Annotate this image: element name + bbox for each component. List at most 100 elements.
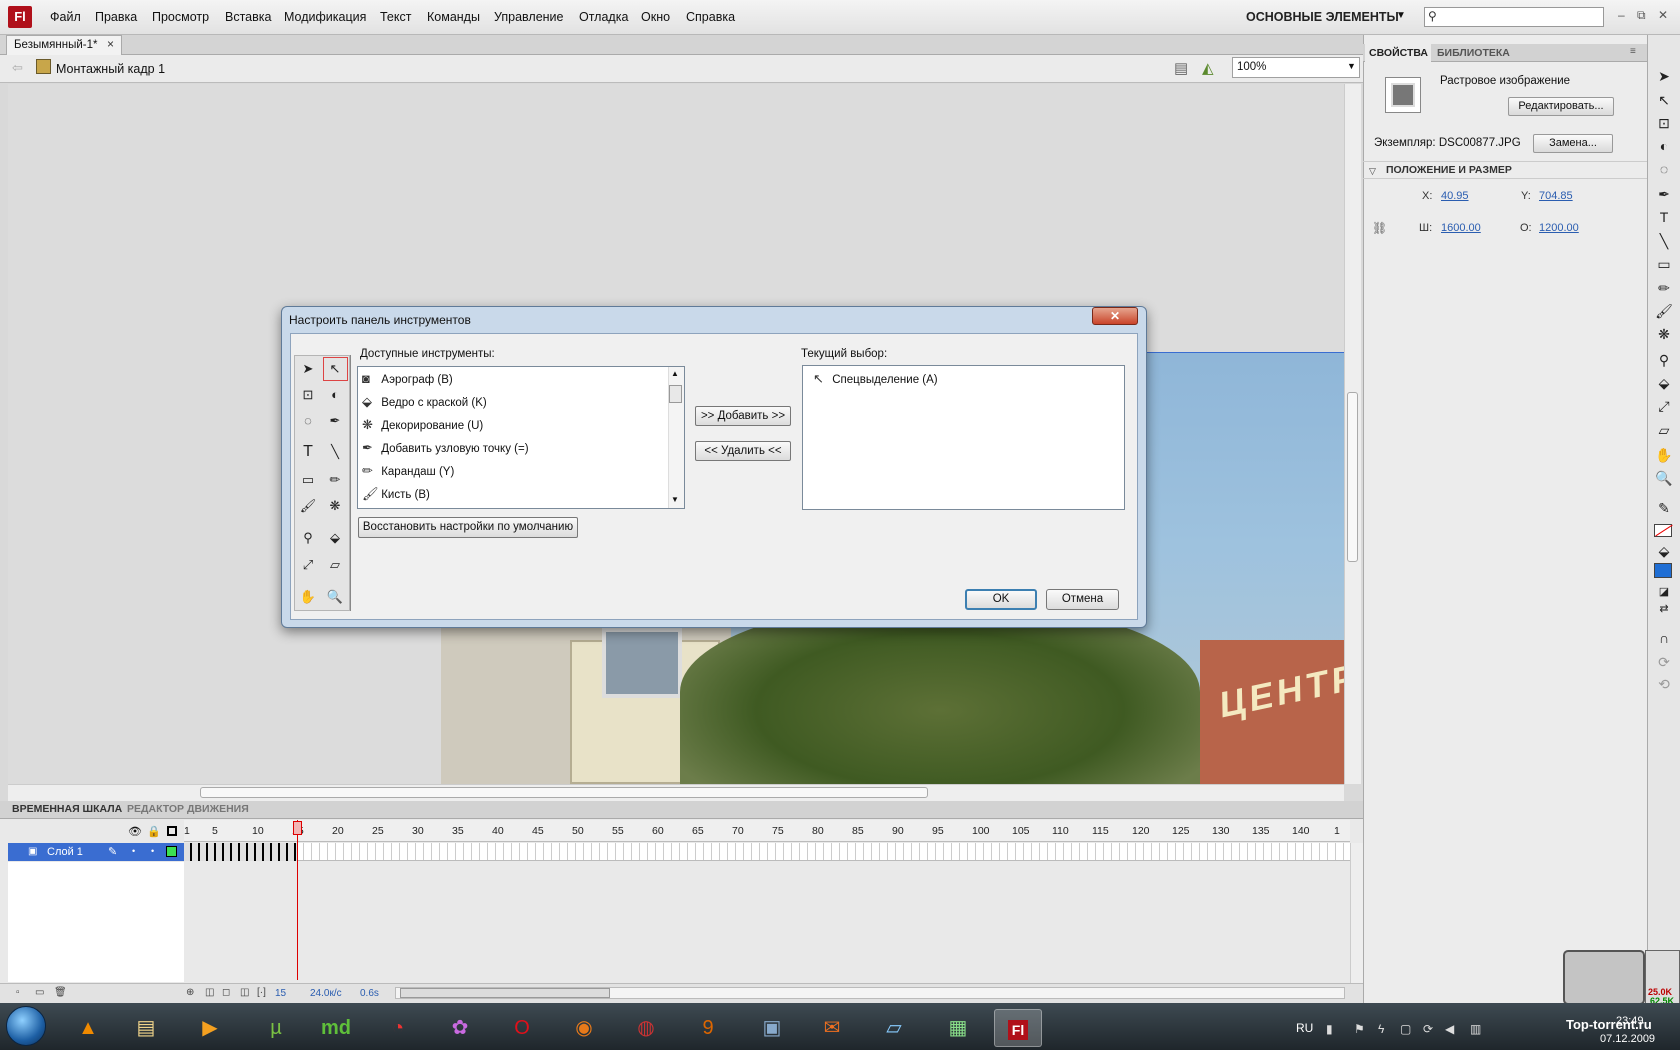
onion-markers-icon[interactable]: [·] — [257, 987, 266, 998]
clock-date[interactable]: 07.12.2009 — [1600, 1033, 1655, 1045]
vlc-icon[interactable]: ▲ — [64, 1009, 112, 1047]
trash-icon[interactable]: 🗑 — [54, 987, 67, 998]
free-transform-icon[interactable]: ⊡ — [296, 384, 320, 406]
tab-properties[interactable]: СВОЙСТВА — [1365, 44, 1431, 62]
tray-monitor-icon[interactable]: ▢ — [1400, 1022, 1411, 1036]
edit-scene-icon[interactable]: ◭ — [1202, 59, 1214, 77]
scroll-thumb[interactable] — [669, 385, 682, 403]
tray-green-icon[interactable]: ▮ — [1326, 1022, 1333, 1036]
eraser-icon[interactable]: ▱ — [1655, 422, 1673, 439]
default-colors-icon[interactable]: ◪ — [1655, 585, 1673, 598]
deco-tool-icon[interactable]: ❋ — [1655, 326, 1673, 343]
list-item[interactable]: ✒ Добавить узловую точку (=) — [362, 440, 529, 456]
menu-view[interactable]: Просмотр — [152, 10, 209, 24]
tray-flag-icon[interactable]: ⚑ — [1354, 1022, 1365, 1036]
document-tab[interactable]: Безымянный-1* — [6, 35, 122, 55]
menu-debug[interactable]: Отладка — [579, 10, 628, 24]
hand-tool-icon[interactable]: ✋ — [296, 586, 320, 608]
deco-tool-icon[interactable]: ❋ — [323, 495, 347, 517]
menu-window[interactable]: Окно — [641, 10, 670, 24]
scroll-down-icon[interactable]: ▼ — [671, 495, 679, 504]
search-input[interactable] — [1424, 7, 1604, 27]
x-value[interactable]: 40.95 — [1441, 190, 1469, 202]
selection-tool-icon[interactable]: ➤ — [1655, 68, 1673, 85]
hand-tool-icon[interactable]: ✋ — [1655, 447, 1673, 464]
edit-multiple-icon[interactable]: ◫ — [240, 987, 249, 998]
chrome-icon[interactable]: ◔ — [374, 1009, 422, 1047]
edit-symbols-icon[interactable]: ▤ — [1174, 59, 1188, 77]
menu-commands[interactable]: Команды — [427, 10, 480, 24]
current-frame[interactable]: 15 — [275, 988, 286, 999]
edit-button[interactable]: Редактировать... — [1508, 97, 1614, 116]
list-item[interactable]: ◙ Аэрограф (B) — [362, 371, 453, 386]
tray-update-icon[interactable]: ⟳ — [1423, 1022, 1433, 1036]
utorrent-icon[interactable]: µ — [252, 1009, 300, 1047]
chain-link-icon[interactable]: ⛓ — [1372, 221, 1387, 235]
outline-icon[interactable] — [167, 826, 177, 836]
pen-tool-icon[interactable]: ✒ — [323, 410, 347, 432]
nine-icon[interactable]: 9 — [684, 1009, 732, 1047]
line-tool-icon[interactable]: ╲ — [1655, 233, 1673, 250]
tray-network-icon[interactable]: ▥ — [1470, 1022, 1481, 1036]
cancel-button[interactable]: Отмена — [1046, 589, 1119, 610]
new-folder-icon[interactable]: ▭ — [35, 987, 44, 998]
list-item[interactable]: ⬙ Ведро с краской (K) — [362, 394, 487, 410]
list-item[interactable]: ❋ Декорирование (U) — [362, 417, 483, 433]
rectangle-tool-icon[interactable]: ▭ — [1655, 256, 1673, 273]
scene-breadcrumb[interactable]: Монтажный кадр 1 — [56, 62, 165, 76]
menu-help[interactable]: Справка — [686, 10, 735, 24]
zoom-tool-icon[interactable]: 🔍 — [1655, 470, 1673, 487]
close-button[interactable]: ✕ — [1658, 8, 1668, 22]
chevron-down-icon[interactable]: ▼ — [1347, 61, 1356, 71]
height-value[interactable]: 1200.00 — [1539, 222, 1579, 234]
text-tool-icon[interactable]: T — [1655, 209, 1673, 225]
line-tool-icon[interactable]: ╲ — [323, 441, 347, 463]
swap-button[interactable]: Замена... — [1533, 134, 1613, 153]
language-indicator[interactable]: RU — [1296, 1021, 1313, 1035]
smooth-icon[interactable]: ⟳ — [1655, 654, 1673, 671]
windows-explorer-icon[interactable]: ▣ — [748, 1009, 796, 1047]
flash-icon[interactable]: Fl — [994, 1009, 1042, 1047]
pencil-tool-icon[interactable]: ✏ — [323, 469, 347, 491]
free-transform-icon[interactable]: ⊡ — [1655, 115, 1673, 132]
center-frame-icon[interactable]: ⊕ — [186, 987, 194, 998]
list-item[interactable]: ↖ Спецвыделение (A) — [813, 371, 938, 387]
scroll-up-icon[interactable]: ▲ — [671, 369, 679, 378]
list-item[interactable]: ✏ Карандаш (Y) — [362, 463, 454, 479]
ie-icon[interactable]: ◍ — [622, 1009, 670, 1047]
tray-speaker-icon[interactable]: ◀ — [1445, 1022, 1454, 1036]
selection-tool-icon[interactable]: ➤ — [296, 358, 320, 380]
brush-tool-icon[interactable]: 🖌 — [296, 495, 320, 517]
close-icon[interactable]: × — [107, 37, 114, 51]
brush-tool-icon[interactable]: 🖌 — [1655, 303, 1673, 320]
menu-edit[interactable]: Правка — [95, 10, 137, 24]
scroll-thumb[interactable] — [200, 787, 928, 798]
width-value[interactable]: 1600.00 — [1441, 222, 1481, 234]
eye-icon[interactable]: 👁 — [128, 825, 142, 838]
media-player-icon[interactable]: ▶ — [186, 1009, 234, 1047]
menu-modify[interactable]: Модификация — [284, 10, 366, 24]
menu-control[interactable]: Управление — [494, 10, 564, 24]
add-button[interactable]: >> Добавить >> — [695, 406, 791, 426]
notepad-icon[interactable]: ▱ — [870, 1009, 918, 1047]
rectangle-tool-icon[interactable]: ▭ — [296, 469, 320, 491]
tray-flash-icon[interactable]: ϟ — [1378, 1022, 1384, 1036]
snap-magnet-icon[interactable]: ∩ — [1655, 630, 1673, 646]
straighten-icon[interactable]: ⟲ — [1655, 676, 1673, 693]
eyedropper-icon[interactable]: ⤢ — [296, 554, 320, 576]
tab-library[interactable]: БИБЛИОТЕКА — [1437, 47, 1510, 59]
terminal-icon[interactable]: ▦ — [934, 1009, 982, 1047]
md-icon[interactable]: md — [312, 1009, 360, 1047]
frame-rate[interactable]: 24.0к/с — [310, 988, 342, 999]
tab-timeline[interactable]: ВРЕМЕННАЯ ШКАЛА — [12, 803, 122, 815]
zoom-select[interactable]: 100% — [1232, 57, 1360, 78]
paint-bucket-icon[interactable]: ⬙ — [1655, 375, 1673, 392]
zoom-tool-icon[interactable]: 🔍 — [323, 586, 347, 608]
lock-icon[interactable]: 🔒 — [147, 825, 161, 838]
firefox-icon[interactable]: ◉ — [560, 1009, 608, 1047]
restore-defaults-button[interactable]: Восстановить настройки по умолчанию — [358, 517, 578, 538]
y-value[interactable]: 704.85 — [1539, 190, 1573, 202]
layer-color-swatch[interactable] — [166, 846, 177, 857]
list-item[interactable]: 🖌 Кисть (B) — [362, 486, 430, 502]
lasso-icon[interactable]: ◌ — [296, 410, 320, 432]
